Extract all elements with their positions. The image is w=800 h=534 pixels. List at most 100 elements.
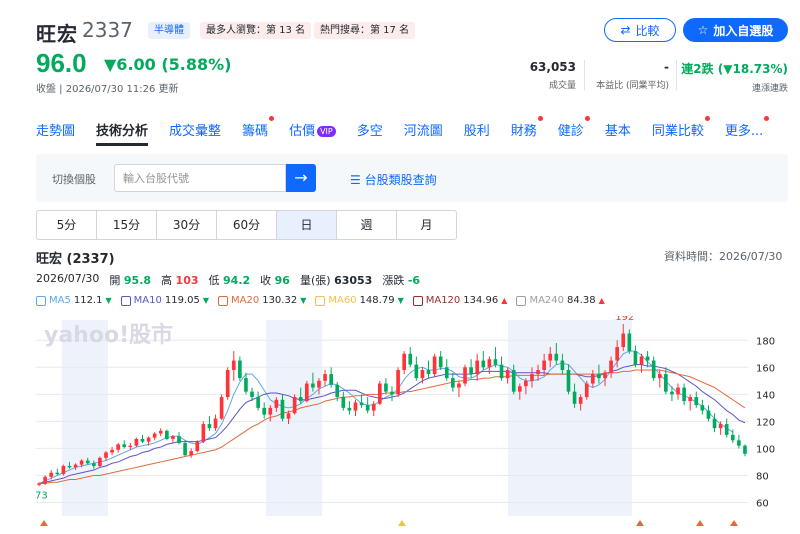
checkbox-icon[interactable]: [412, 295, 423, 306]
candle-body: [256, 397, 260, 408]
arrow-down-icon: ▼: [397, 296, 404, 305]
candle-body: [737, 440, 741, 446]
candle-body: [225, 370, 230, 398]
tab-5[interactable]: 多空: [357, 116, 383, 146]
ohlc-low: 低 94.2: [208, 274, 251, 287]
stock-code: 2337: [82, 18, 133, 42]
tab-label: 籌碼: [242, 124, 269, 139]
period-band: [62, 320, 108, 516]
candle-body: [268, 407, 273, 415]
candle-body: [603, 372, 607, 379]
candle-body: [700, 405, 705, 411]
event-marker-icon: [696, 520, 704, 526]
period-3[interactable]: 60分: [217, 211, 277, 239]
tab-4[interactable]: 估價 VIP: [289, 116, 336, 146]
candle-body: [463, 367, 467, 384]
event-marker-icon: [40, 520, 48, 526]
y-tick-label: 100: [756, 444, 775, 455]
ohlc-date: 2026/07/30: [36, 272, 100, 285]
star-icon: ☆: [697, 23, 709, 37]
candle-body: [43, 476, 47, 484]
notification-dot-icon: [537, 116, 543, 121]
hot-search-badge: 熱門搜尋：第 17 名: [314, 22, 416, 39]
ma-legend-ma10[interactable]: MA10 119.05 ▼: [120, 295, 209, 306]
ma-legend-ma20[interactable]: MA20 130.32 ▼: [218, 295, 306, 306]
switch-stock-label: 切換個股: [52, 173, 96, 186]
tab-0[interactable]: 走勢圖: [36, 116, 75, 146]
candle-body: [560, 360, 565, 371]
candle-body: [524, 380, 528, 387]
watermark-logo: yahoo!股市: [44, 322, 173, 348]
compare-button[interactable]: ⇄ 比較: [604, 18, 676, 42]
period-5[interactable]: 週: [337, 211, 397, 239]
candle-body: [329, 374, 333, 385]
compare-icon: ⇄: [620, 23, 631, 37]
candle-body: [609, 360, 613, 373]
candle-body: [219, 397, 224, 419]
tab-label: 基本: [604, 124, 631, 139]
candle-body: [657, 374, 662, 379]
ohlc-open: 開 95.8: [109, 274, 152, 287]
category-lookup-link[interactable]: ☰ 台股類股查詢: [350, 171, 437, 188]
candle-body: [475, 360, 480, 375]
list-icon: ☰: [350, 173, 361, 187]
checkbox-icon[interactable]: [120, 295, 131, 306]
checkbox-icon[interactable]: [36, 295, 46, 306]
tab-7[interactable]: 股利: [464, 116, 490, 146]
sector-tag[interactable]: 半導體: [148, 22, 190, 39]
candle-body: [627, 333, 632, 352]
candle-body: [116, 444, 120, 450]
candle-body: [499, 364, 504, 379]
tab-9[interactable]: 健診: [558, 116, 590, 146]
stock-code-input[interactable]: [114, 164, 286, 192]
candle-body: [317, 380, 321, 388]
period-2[interactable]: 30分: [157, 211, 217, 239]
notification-dot-icon: [269, 116, 275, 121]
ma-legend-ma5[interactable]: MA5 112.1 ▼: [36, 295, 112, 306]
tab-12[interactable]: 更多...: [725, 116, 770, 146]
event-marker-icon: [636, 520, 644, 526]
ma-value: 130.32: [262, 295, 298, 306]
candle-body: [244, 378, 248, 392]
ma-legend-ma60[interactable]: MA60 148.79 ▼: [315, 295, 404, 306]
candle-body: [566, 370, 571, 392]
tab-10[interactable]: 基本: [605, 116, 631, 146]
candle-body: [487, 359, 492, 368]
candlestick-chart[interactable]: 60 80 100 120 140 160 180 yahoo!股市 192 73: [36, 316, 788, 528]
tab-6[interactable]: 河流圖: [404, 116, 443, 146]
candle-body: [49, 472, 54, 477]
candle-body: [341, 397, 346, 408]
period-1[interactable]: 15分: [97, 211, 157, 239]
candle-body: [633, 351, 638, 365]
checkbox-icon[interactable]: [516, 295, 527, 306]
period-4[interactable]: 日: [277, 211, 337, 239]
period-0[interactable]: 5分: [37, 211, 97, 239]
tab-label: 同業比較: [651, 124, 704, 139]
period-6[interactable]: 月: [397, 211, 456, 239]
tab-1[interactable]: 技術分析: [96, 116, 149, 146]
checkbox-icon[interactable]: [315, 295, 326, 306]
candle-body: [743, 445, 747, 454]
candle-body: [548, 353, 553, 361]
ma-legend-ma120[interactable]: MA120 134.96 ▲: [412, 295, 507, 306]
stock-name: 旺宏: [36, 22, 78, 46]
ma-legend-ma240[interactable]: MA240 84.38 ▲: [516, 295, 605, 306]
candle-body: [378, 383, 382, 404]
candle-body: [67, 465, 72, 468]
candle-body: [73, 464, 78, 468]
candle-body: [469, 367, 473, 375]
candle-body: [37, 483, 41, 485]
tab-2[interactable]: 成交彙整: [169, 116, 221, 146]
tab-8[interactable]: 財務: [511, 116, 543, 146]
tab-11[interactable]: 同業比較: [651, 116, 710, 146]
arrow-down-icon: ▼: [300, 296, 307, 305]
candle-body: [371, 403, 376, 411]
tab-3[interactable]: 籌碼: [242, 116, 275, 146]
nav-tabs: 走勢圖 技術分析 成交彙整 籌碼 估價 VIP 多空 河流圖 股利 財務 健診 基本 同業比較 更多...: [36, 116, 784, 146]
search-submit-button[interactable]: →: [286, 164, 316, 192]
checkbox-icon[interactable]: [218, 295, 228, 306]
price-change: ▼6.00 (5.88%): [104, 55, 232, 74]
add-to-watchlist-button[interactable]: ☆ 加入自選股: [683, 18, 788, 42]
candle-body: [335, 384, 340, 398]
candle-body: [359, 402, 364, 406]
